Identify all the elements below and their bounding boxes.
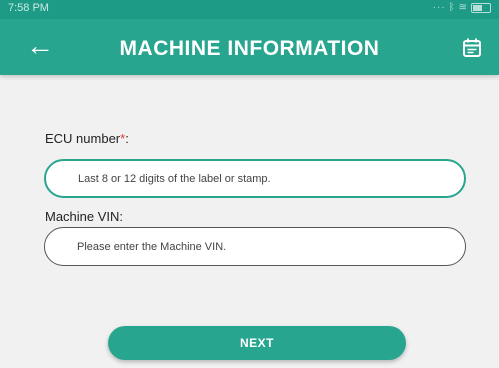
ecu-label-colon: : <box>125 131 129 146</box>
form-content: ECU number*: Machine VIN: NEXT <box>0 75 499 368</box>
battery-icon <box>471 2 491 13</box>
ecu-label-text: ECU number <box>45 131 121 146</box>
ecu-number-label: ECU number*: <box>45 131 129 146</box>
ecu-number-field[interactable] <box>44 159 466 198</box>
status-bar: 7:58 PM ··· ᛒ ≋ <box>0 0 499 19</box>
page-title: MACHINE INFORMATION <box>119 37 380 60</box>
signal-icon: ··· <box>432 2 446 13</box>
calendar-button[interactable] <box>459 35 485 61</box>
next-button[interactable]: NEXT <box>108 326 406 360</box>
status-icons: ··· ᛒ ≋ <box>433 2 491 13</box>
machine-vin-label: Machine VIN: <box>45 209 124 224</box>
bluetooth-icon: ᛒ <box>448 2 456 13</box>
calendar-icon <box>463 38 481 57</box>
wifi-icon: ≋ <box>458 2 468 13</box>
app-bar: ← MACHINE INFORMATION <box>0 19 499 75</box>
machine-vin-field[interactable] <box>44 227 466 266</box>
status-time: 7:58 PM <box>8 2 49 14</box>
